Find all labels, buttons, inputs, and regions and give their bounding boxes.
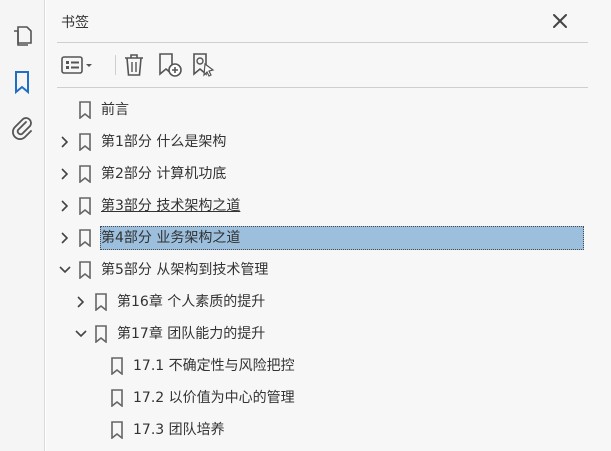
chevron-down-icon[interactable] [74, 327, 88, 341]
bookmark-item-icon [79, 101, 91, 119]
bookmark-item-icon [111, 421, 123, 439]
navigation-pane [0, 0, 45, 451]
bookmark-label: 17.3 团队培养 [133, 422, 225, 438]
bookmark-item[interactable]: 第3部分 技术架构之道 [46, 194, 586, 218]
bookmark-item[interactable]: 第4部分 业务架构之道 [46, 226, 586, 250]
bookmark-item-icon [79, 133, 91, 151]
bookmark-item-icon [95, 325, 107, 343]
bookmark-item-icon [111, 357, 123, 375]
attachment-icon[interactable] [10, 116, 34, 140]
bookmarks-toolbar [57, 50, 588, 82]
pages-icon[interactable] [10, 24, 34, 48]
chevron-right-icon[interactable] [74, 295, 88, 309]
bookmark-item[interactable]: 第16章 个人素质的提升 [46, 290, 586, 314]
bookmark-label: 17.2 以价值为中心的管理 [133, 390, 295, 406]
bookmark-item-icon [111, 389, 123, 407]
bookmark-label: 第16章 个人素质的提升 [117, 294, 266, 310]
toolbar-divider-bottom [57, 87, 588, 88]
new-bookmark-icon[interactable] [157, 52, 183, 78]
bookmark-item[interactable]: 第1部分 什么是架构 [46, 130, 586, 154]
bookmark-label: 第3部分 技术架构之道 [101, 198, 241, 214]
chevron-down-icon[interactable] [58, 263, 72, 277]
bookmark-item[interactable]: 第5部分 从架构到技术管理 [46, 258, 586, 282]
bookmark-item-icon [79, 165, 91, 183]
chevron-right-icon[interactable] [58, 167, 72, 181]
bookmark-label: 17.1 不确定性与风险把控 [133, 358, 295, 374]
new-bookmark-from-structure-icon[interactable] [191, 52, 217, 78]
bookmark-item[interactable]: 17.1 不确定性与风险把控 [46, 354, 586, 378]
bookmark-label: 第1部分 什么是架构 [101, 134, 227, 150]
bookmark-label: 前言 [101, 102, 129, 118]
chevron-right-icon[interactable] [58, 135, 72, 149]
trash-icon[interactable] [123, 52, 145, 78]
close-icon[interactable] [550, 11, 570, 31]
bookmark-label: 第5部分 从架构到技术管理 [101, 262, 269, 278]
header-divider [57, 42, 588, 43]
options-menu-icon[interactable] [61, 52, 97, 78]
bookmark-item-icon [79, 197, 91, 215]
toolbar-divider [115, 55, 116, 75]
bookmark-item-icon [95, 293, 107, 311]
bookmark-item[interactable]: 第17章 团队能力的提升 [46, 322, 586, 346]
bookmark-item[interactable]: 17.2 以价值为中心的管理 [46, 386, 586, 410]
bookmarks-panel: 书签 前言 第1部分 什么是架构 第2部分 计算机功底 第3部分 技术架构之道 … [46, 0, 611, 451]
bookmark-item-icon [79, 229, 91, 247]
bookmark-item[interactable]: 第2部分 计算机功底 [46, 162, 586, 186]
bookmark-item[interactable]: 前言 [46, 98, 586, 122]
bookmark-icon[interactable] [10, 70, 34, 94]
chevron-right-icon[interactable] [58, 199, 72, 213]
bookmark-label: 第17章 团队能力的提升 [117, 326, 266, 342]
bookmark-item-icon [79, 261, 91, 279]
panel-title: 书签 [61, 15, 89, 31]
chevron-right-icon[interactable] [58, 231, 72, 245]
bookmark-item[interactable]: 17.3 团队培养 [46, 418, 586, 442]
bookmark-label: 第2部分 计算机功底 [101, 166, 227, 182]
bookmark-label: 第4部分 业务架构之道 [101, 230, 241, 246]
